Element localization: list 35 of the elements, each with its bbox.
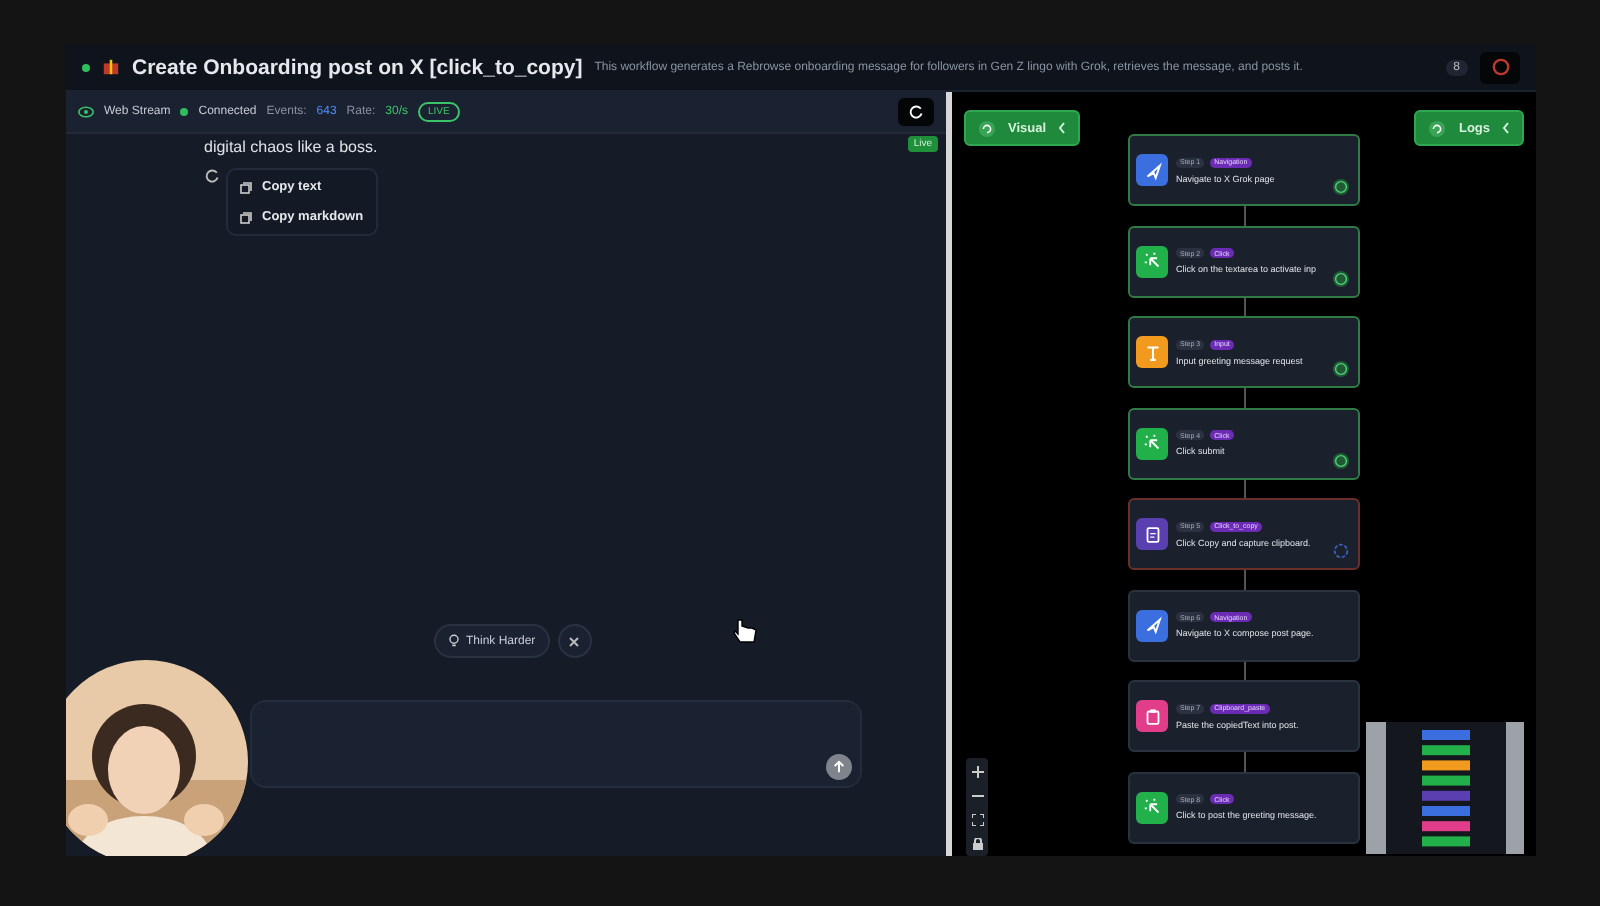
arrow-up-icon bbox=[832, 760, 846, 774]
close-icon bbox=[568, 635, 581, 647]
connection-dot bbox=[180, 108, 189, 116]
chevron-left-icon bbox=[1502, 122, 1510, 134]
refresh-icon bbox=[908, 104, 924, 120]
eye-icon bbox=[78, 106, 94, 118]
message-input[interactable] bbox=[250, 700, 862, 788]
zoom-in-button[interactable] bbox=[967, 762, 987, 780]
plus-icon bbox=[971, 765, 983, 777]
minus-icon bbox=[971, 789, 983, 801]
spinner-icon bbox=[1332, 542, 1350, 560]
chat-message: digital chaos like a boss. bbox=[204, 138, 378, 156]
refresh-button[interactable] bbox=[898, 98, 934, 126]
lock-icon bbox=[971, 837, 983, 849]
check-icon bbox=[1332, 178, 1350, 196]
check-icon bbox=[1332, 451, 1350, 469]
hand-cursor-icon bbox=[732, 616, 760, 644]
workflow-title: Create Onboarding post on X [click_to_copy] bbox=[132, 55, 583, 79]
check-icon bbox=[1332, 360, 1350, 378]
refresh-icon[interactable] bbox=[204, 168, 220, 184]
refresh-icon bbox=[978, 119, 996, 137]
record-icon bbox=[1491, 58, 1509, 76]
check-icon bbox=[1332, 269, 1350, 287]
close-button[interactable] bbox=[557, 624, 592, 658]
chevron-left-icon bbox=[1058, 122, 1067, 134]
refresh-icon bbox=[1428, 119, 1447, 137]
lightbulb-icon bbox=[448, 634, 460, 648]
record-button[interactable] bbox=[1480, 51, 1520, 83]
lock-button[interactable] bbox=[967, 834, 987, 852]
status-dot bbox=[82, 63, 90, 71]
gift-icon bbox=[102, 58, 120, 76]
fit-view-icon bbox=[971, 813, 983, 825]
copy-icon bbox=[240, 211, 252, 223]
copy-icon bbox=[240, 181, 252, 193]
fit-view-button[interactable] bbox=[967, 810, 987, 828]
